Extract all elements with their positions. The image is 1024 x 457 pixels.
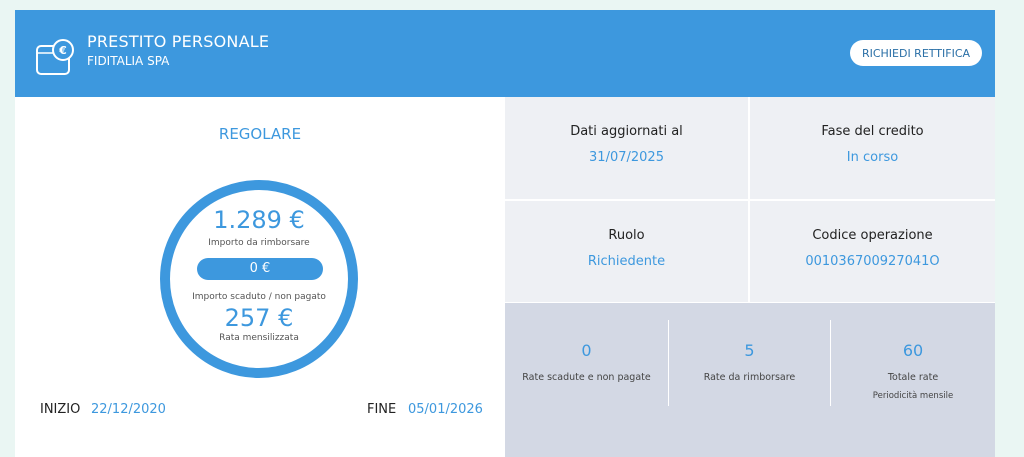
info-cell-credit-phase: Fase del credito In corso [750, 97, 995, 199]
info-value: Richiedente [587, 254, 666, 269]
card-header: € PRESTITO PERSONALE FIDITALIA SPA RICHI… [15, 10, 995, 97]
amount-due: 1.289 € [213, 206, 305, 234]
wallet-euro-icon: € [36, 39, 74, 75]
monthly-installment: 257 € [224, 304, 294, 332]
overdue-amount-badge: 0 € [197, 258, 323, 280]
stat-label: Totale rate [887, 372, 939, 383]
info-value: In corso [846, 150, 899, 165]
info-title: Fase del credito [821, 124, 924, 139]
loan-card: € PRESTITO PERSONALE FIDITALIA SPA RICHI… [15, 10, 995, 457]
stat-label: Rate scadute e non pagate [522, 372, 651, 383]
info-title: Codice operazione [812, 228, 933, 243]
status-label: REGOLARE [218, 125, 302, 143]
info-value: 31/07/2025 [589, 150, 664, 165]
stat-value: 60 [902, 341, 924, 360]
start-date: 22/12/2020 [91, 402, 166, 417]
amount-due-label: Importo da rimborsare [208, 238, 310, 248]
stat-total-installments: 60 Totale rate Periodicità mensile [831, 303, 995, 457]
stat-value: 5 [744, 341, 755, 360]
info-cell-updated: Dati aggiornati al 31/07/2025 [505, 97, 748, 199]
stat-label: Rate da rimborsare [703, 372, 796, 383]
svg-text:€: € [58, 44, 67, 57]
info-value: 001036700927041O [805, 254, 940, 269]
info-title: Ruolo [608, 228, 645, 243]
stat-overdue-installments: 0 Rate scadute e non pagate [505, 303, 668, 457]
request-correction-button[interactable]: RICHIEDI RETTIFICA [850, 40, 982, 66]
loan-title: PRESTITO PERSONALE [87, 32, 270, 51]
stat-remaining-installments: 5 Rate da rimborsare [669, 303, 830, 457]
info-cell-role: Ruolo Richiedente [505, 201, 748, 302]
overdue-label: Importo scaduto / non pagato [192, 292, 326, 302]
lender-name: FIDITALIA SPA [87, 54, 170, 68]
stat-sublabel: Periodicità mensile [872, 391, 954, 401]
end-label: FINE [367, 402, 397, 417]
monthly-label: Rata mensilizzata [219, 333, 299, 343]
end-date: 05/01/2026 [408, 402, 483, 417]
installments-stats: 0 Rate scadute e non pagate 5 Rate da ri… [505, 303, 995, 457]
info-cell-operation-code: Codice operazione 001036700927041O [750, 201, 995, 302]
info-title: Dati aggiornati al [570, 124, 683, 139]
start-label: INIZIO [40, 402, 81, 417]
stat-value: 0 [581, 341, 592, 360]
